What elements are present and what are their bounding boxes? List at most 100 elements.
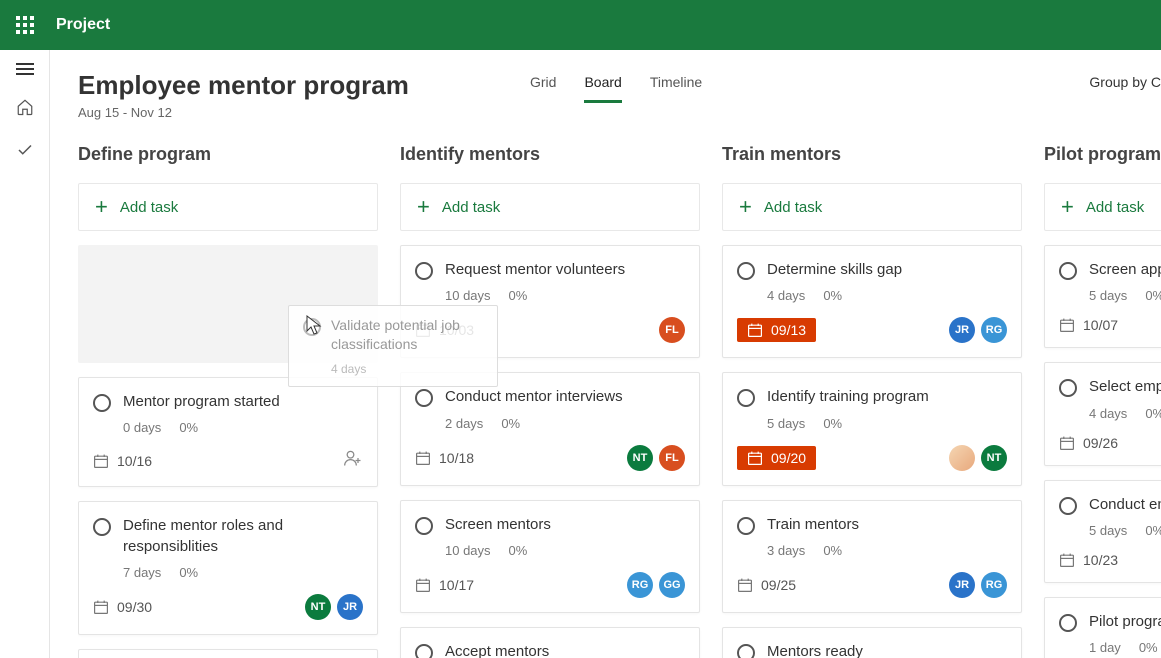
checkmark-icon[interactable] [16, 141, 34, 164]
status-circle-icon[interactable] [93, 518, 111, 536]
avatar[interactable]: NT [305, 594, 331, 620]
view-tab-timeline[interactable]: Timeline [650, 74, 702, 103]
status-circle-icon[interactable] [737, 389, 755, 407]
task-duration: 3 days [767, 543, 805, 558]
avatar[interactable]: JR [337, 594, 363, 620]
avatar[interactable]: NT [981, 445, 1007, 471]
task-date: 10/23 [1059, 552, 1118, 568]
status-circle-icon[interactable] [1059, 614, 1077, 632]
avatar[interactable]: NT [627, 445, 653, 471]
date-text: 09/30 [117, 599, 152, 615]
view-tab-board[interactable]: Board [584, 74, 621, 103]
assignee-avatars: NT [949, 445, 1007, 471]
status-circle-icon[interactable] [415, 644, 433, 658]
assignee-avatars: FL [659, 317, 685, 343]
drop-placeholder: Validate potential job classifications4 … [78, 245, 378, 363]
status-circle-icon[interactable] [1059, 497, 1077, 515]
task-card[interactable]: Pilot program1 day0% [1044, 597, 1161, 658]
avatar[interactable]: RG [981, 317, 1007, 343]
hamburger-icon[interactable] [16, 60, 34, 78]
task-duration: 7 days [123, 565, 161, 580]
task-duration: 4 days [767, 288, 805, 303]
task-date: 09/30 [93, 599, 152, 615]
task-title: Mentor program started [123, 392, 280, 412]
task-card[interactable]: Mentor program started0 days0%10/16 [78, 377, 378, 487]
task-card[interactable]: Identify training program5 days0%09/20NT [722, 372, 1022, 485]
date-text: 10/07 [1083, 317, 1118, 333]
task-card[interactable]: Screen mentors10 days0%10/17RGGG [400, 500, 700, 613]
date-range: Aug 15 - Nov 12 [78, 105, 409, 120]
group-by-dropdown[interactable]: Group by C [1089, 74, 1161, 90]
status-circle-icon[interactable] [93, 394, 111, 412]
status-circle-icon[interactable] [737, 644, 755, 658]
status-circle-icon[interactable] [415, 389, 433, 407]
board-column: Identify mentors+Add taskRequest mentor … [400, 144, 700, 658]
avatar[interactable]: JR [949, 317, 975, 343]
task-duration: 5 days [1089, 523, 1127, 538]
task-title: Pilot program [1089, 612, 1161, 632]
avatar[interactable]: RG [981, 572, 1007, 598]
date-text: 10/17 [439, 577, 474, 593]
cursor-icon [306, 315, 322, 340]
status-circle-icon[interactable] [1059, 379, 1077, 397]
task-percent: 0% [509, 543, 528, 558]
app-name: Project [56, 16, 110, 34]
task-date: 10/16 [93, 453, 152, 469]
date-text: 10/18 [439, 450, 474, 466]
date-text: 10/03 [439, 322, 474, 338]
task-duration: 1 day [1089, 640, 1121, 655]
status-circle-icon[interactable] [1059, 262, 1077, 280]
task-title: Train mentors [767, 515, 859, 535]
task-title: Define mentor roles and responsiblities [123, 516, 363, 557]
add-task-button[interactable]: +Add task [722, 183, 1022, 231]
date-text: 10/23 [1083, 552, 1118, 568]
plus-icon: + [1061, 196, 1074, 218]
column-header: Define program [78, 144, 378, 165]
add-task-button[interactable]: + Add task [400, 183, 700, 231]
status-circle-icon[interactable] [415, 517, 433, 535]
add-task-button[interactable]: + Add task [1044, 183, 1161, 231]
task-card[interactable]: Determine skills gap4 days0%09/13JRRG [722, 245, 1022, 358]
app-launcher-icon[interactable] [16, 16, 34, 34]
task-card[interactable]: Request mentor volunteers10 days0%10/03F… [400, 245, 700, 358]
assign-person-icon[interactable] [343, 449, 363, 472]
task-title: Conduct mentor interviews [445, 387, 623, 407]
avatar[interactable]: FL [659, 317, 685, 343]
task-card[interactable]: Mentor program defined [78, 649, 378, 658]
plus-icon: + [417, 196, 430, 218]
task-card[interactable]: Train mentors3 days0%09/25JRRG [722, 500, 1022, 613]
task-date: 10/07 [1059, 317, 1118, 333]
plus-icon: + [739, 196, 752, 218]
date-text: 09/13 [771, 322, 806, 338]
task-date-overdue: 09/13 [737, 318, 816, 342]
task-card[interactable]: Conduct emplo5 days0%10/23 [1044, 480, 1161, 583]
add-task-label: Add task [1086, 199, 1144, 216]
avatar[interactable]: GG [659, 572, 685, 598]
task-percent: 0% [179, 565, 198, 580]
date-text: 09/26 [1083, 435, 1118, 451]
task-card[interactable]: Screen applica5 days0%10/07 [1044, 245, 1161, 348]
task-card[interactable]: Select employe4 days0%09/26 [1044, 362, 1161, 465]
task-card[interactable]: Define mentor roles and responsiblities 7… [78, 501, 378, 635]
column-header: Pilot program [1044, 144, 1161, 165]
avatar[interactable]: RG [627, 572, 653, 598]
avatar[interactable]: FL [659, 445, 685, 471]
task-duration: 4 days [1089, 406, 1127, 421]
task-percent: 0% [1145, 288, 1161, 303]
status-circle-icon[interactable] [415, 262, 433, 280]
home-icon[interactable] [16, 98, 34, 121]
date-text: 09/20 [771, 450, 806, 466]
add-task-label: Add task [442, 199, 500, 216]
task-card[interactable]: Mentors ready0 days0% [722, 627, 1022, 658]
view-tab-grid[interactable]: Grid [530, 74, 556, 103]
status-circle-icon[interactable] [737, 262, 755, 280]
task-card[interactable]: Accept mentors2 days0% [400, 627, 700, 658]
task-card[interactable]: Conduct mentor interviews2 days0%10/18NT… [400, 372, 700, 485]
task-duration: 4 days [331, 362, 366, 376]
status-circle-icon[interactable] [737, 517, 755, 535]
add-task-button[interactable]: +Add task [78, 183, 378, 231]
avatar[interactable]: JR [949, 572, 975, 598]
task-date: 10/18 [415, 450, 474, 466]
avatar[interactable] [949, 445, 975, 471]
task-duration: 5 days [767, 416, 805, 431]
